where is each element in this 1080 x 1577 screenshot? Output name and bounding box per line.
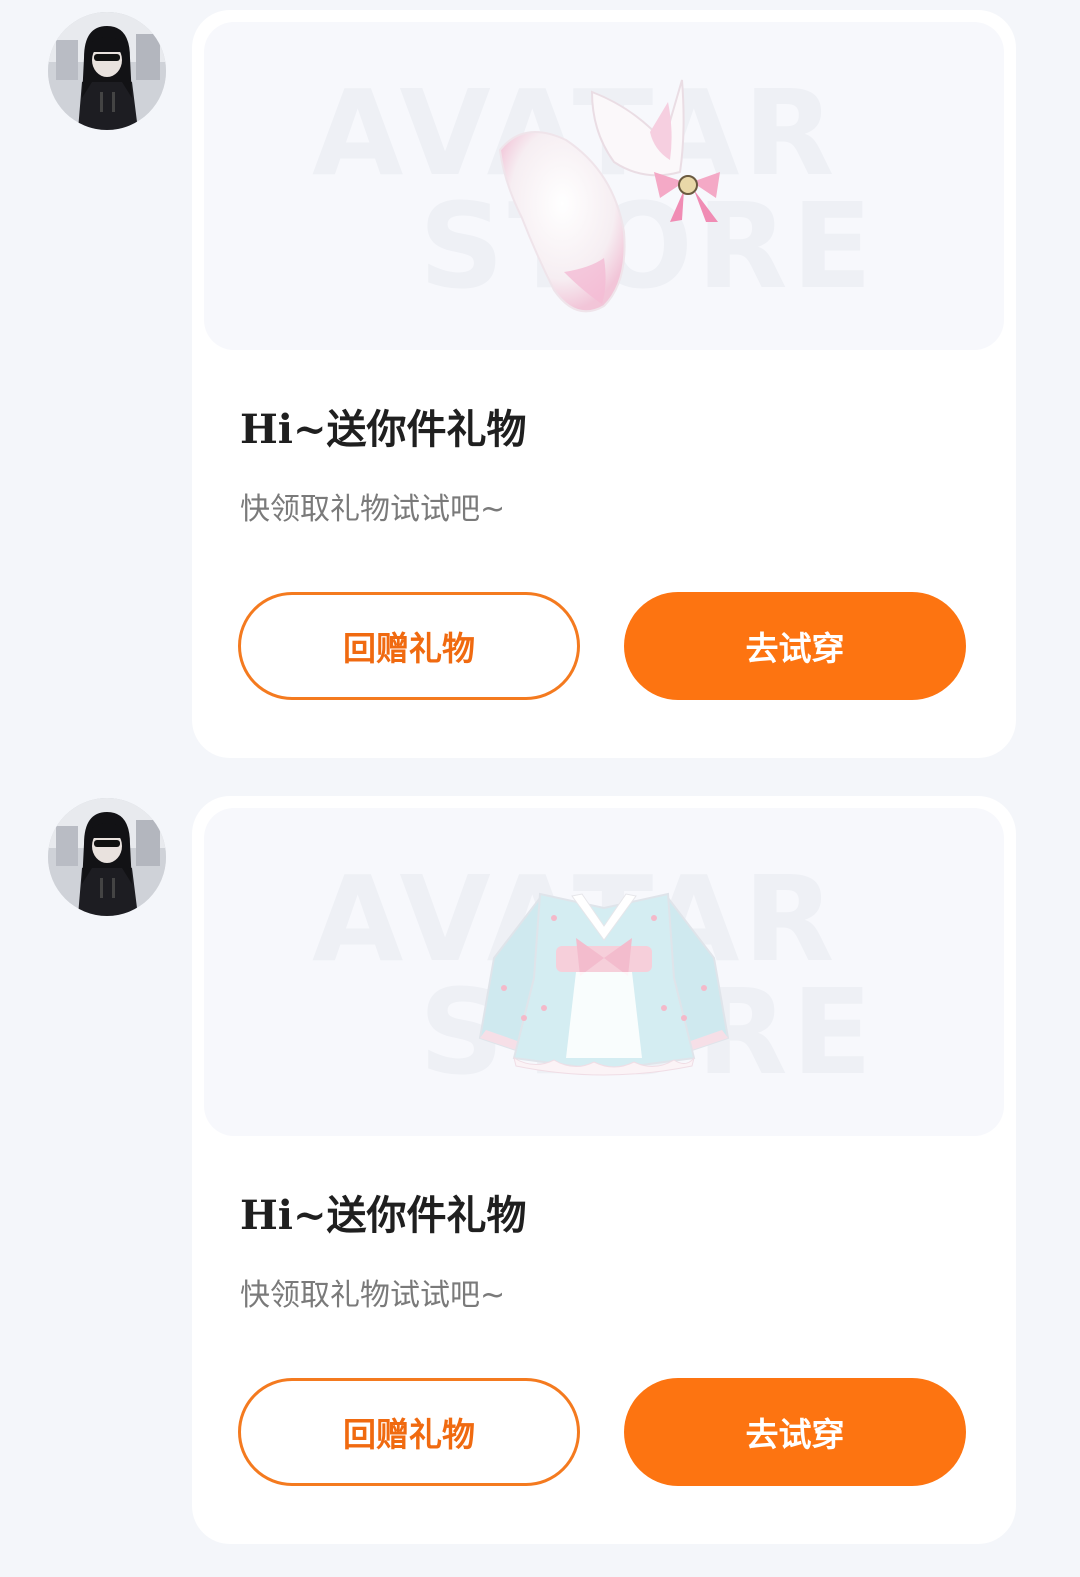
- gift-card: AVATAR STORE: [192, 796, 1016, 1544]
- gift-title: Hi~送你件礼物: [240, 406, 527, 453]
- gift-preview: AVATAR STORE: [204, 808, 1004, 1136]
- return-gift-button[interactable]: 回赠礼物: [238, 1378, 580, 1486]
- gift-title: Hi~送你件礼物: [240, 1192, 527, 1239]
- chat-feed: AVATAR STORE Hi~送你件礼物 快领取礼物试试吧~ 回赠礼物 去试穿…: [0, 0, 1080, 1577]
- user-avatar-icon[interactable]: [48, 798, 166, 916]
- fox-ear-tail-accessory-icon: [498, 79, 720, 313]
- gift-subtitle: 快领取礼物试试吧~: [240, 1278, 506, 1313]
- return-gift-button[interactable]: 回赠礼物: [238, 592, 580, 700]
- gift-message: AVATAR STORE: [0, 10, 1080, 770]
- user-avatar-icon[interactable]: [48, 12, 166, 130]
- blue-kimono-dress-icon: [478, 892, 730, 1076]
- gift-preview: AVATAR STORE: [204, 22, 1004, 350]
- gift-message: AVATAR STORE: [0, 796, 1080, 1556]
- gift-subtitle: 快领取礼物试试吧~: [240, 492, 506, 527]
- try-on-button[interactable]: 去试穿: [624, 592, 966, 700]
- try-on-button[interactable]: 去试穿: [624, 1378, 966, 1486]
- gift-card: AVATAR STORE: [192, 10, 1016, 758]
